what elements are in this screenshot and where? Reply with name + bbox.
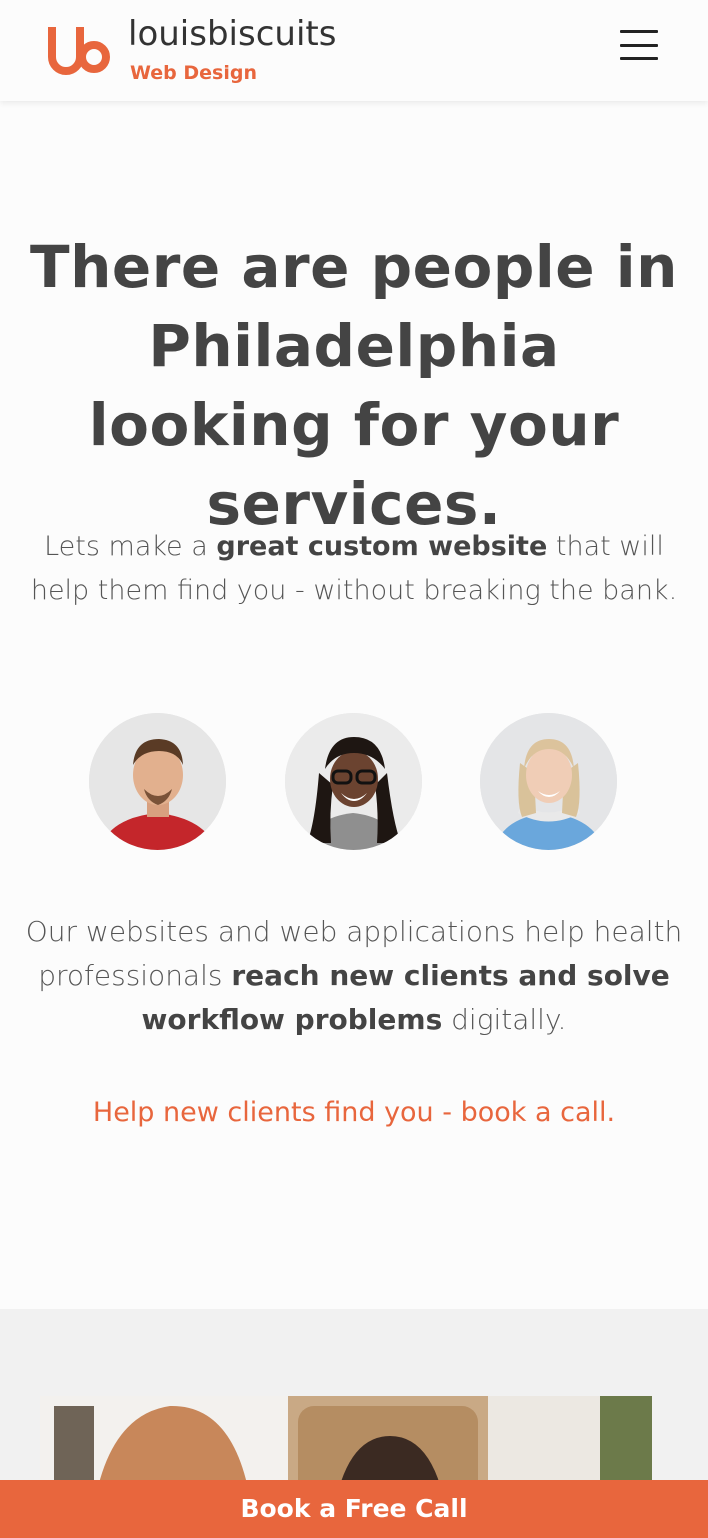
- lb-logo-icon[interactable]: [46, 27, 110, 75]
- hero-title: There are people in Philadelphia looking…: [30, 233, 678, 538]
- brand-tagline: Web Design: [130, 62, 257, 84]
- avatar: [285, 713, 422, 850]
- menu-bar: [620, 43, 658, 47]
- desc-post: digitally.: [442, 1003, 567, 1036]
- menu-bar: [620, 57, 658, 60]
- hero-sub-pre: Lets make a: [44, 531, 217, 562]
- hero-subtitle: Lets make a great custom website that wi…: [30, 525, 678, 613]
- site-header: louisbiscuits Web Design: [0, 0, 708, 101]
- services-description: Our websites and web applications help h…: [20, 910, 688, 1042]
- menu-bar: [620, 30, 658, 33]
- avatar: [89, 713, 226, 850]
- book-call-link[interactable]: Help new clients find you - book a call.: [20, 1097, 688, 1128]
- brand-name[interactable]: louisbiscuits: [128, 14, 336, 54]
- hero-sub-bold: great custom website: [216, 531, 548, 562]
- hamburger-menu-icon[interactable]: [616, 26, 662, 64]
- book-free-call-button[interactable]: Book a Free Call: [0, 1480, 708, 1538]
- avatar: [480, 713, 617, 850]
